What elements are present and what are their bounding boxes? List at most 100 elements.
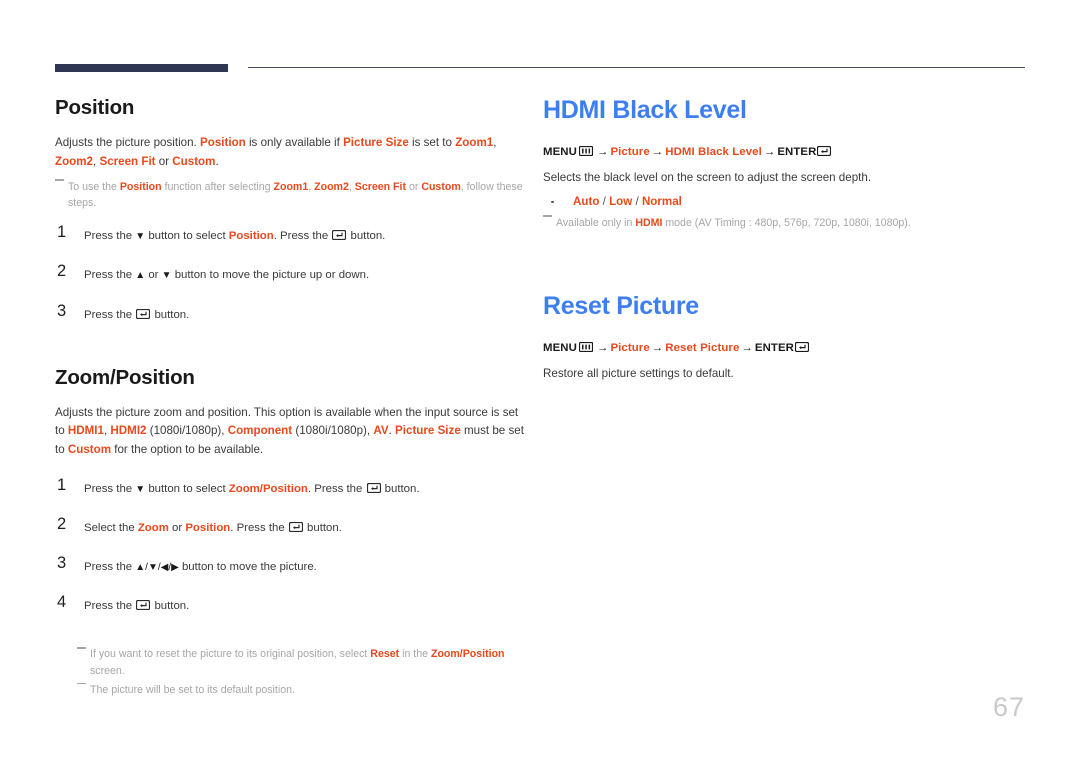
text-fragment: Press the <box>84 308 136 321</box>
zoom-position-intro-paragraph: Adjusts the picture zoom and position. T… <box>55 404 530 460</box>
text-fragment: , <box>493 136 497 149</box>
menu-button-icon <box>578 342 594 353</box>
text-fragment: button to select <box>145 483 229 496</box>
term-zoom-position: Zoom/Position <box>430 648 505 661</box>
text-fragment: Available only in <box>556 216 636 229</box>
zoom-position-note: The picture will be set to its default p… <box>77 682 530 698</box>
text-fragment: . Press the <box>273 230 332 243</box>
enter-label: ENTER <box>754 342 794 355</box>
menu-label: MENU <box>543 342 577 355</box>
menu-path-reset-picture: MENU → Picture → Reset Picture → ENTER <box>543 342 943 354</box>
bullet-dot-icon <box>551 200 554 204</box>
text-fragment: button. <box>381 483 420 496</box>
term-position: Position <box>200 136 246 149</box>
term-custom: Custom <box>172 154 216 168</box>
arrow-right-icon: → <box>596 146 609 158</box>
term-hdmi: HDMI <box>635 216 663 229</box>
section-heading-reset-picture: Reset Picture <box>543 292 699 321</box>
term-zoom2: Zoom2 <box>314 180 349 193</box>
text-fragment: is set to <box>408 136 456 149</box>
section-heading-zoom-position: Zoom/Position <box>55 365 195 389</box>
header-rule-bar <box>55 64 228 72</box>
option-low: Low <box>609 194 633 208</box>
reset-picture-description: Restore all picture settings to default. <box>543 367 734 381</box>
text-fragment: button to move the picture. <box>178 561 317 574</box>
note-dash-icon <box>77 646 86 649</box>
step-text: Press the ▲/▼/◀/▶ button to move the pic… <box>84 561 317 573</box>
arrow-right-icon: → <box>651 146 664 158</box>
text-fragment: function after selecting <box>161 180 274 193</box>
term-hdmi2: HDMI2 <box>110 424 147 438</box>
arrow-right-icon: → <box>596 342 609 355</box>
arrow-down-icon: ▼ <box>135 231 146 243</box>
step-text: Press the ▼ button to select Position. P… <box>84 230 385 242</box>
text-fragment: Adjusts the picture position. <box>55 136 201 149</box>
enter-button-icon <box>136 308 151 319</box>
arrow-down-icon: ▼ <box>161 270 172 282</box>
term-screen-fit: Screen Fit <box>354 180 406 193</box>
arrow-cluster-icon: ▲/▼/◀/▶ <box>135 562 179 574</box>
text-fragment: Press the <box>84 269 136 282</box>
page-number: 67 <box>992 692 1025 722</box>
header-rule <box>0 62 1080 74</box>
enter-button-icon <box>332 229 347 241</box>
step-item: 3 Press the ▲/▼/◀/▶ button to move the p… <box>55 554 530 576</box>
term-picture-size: Picture Size <box>395 424 461 438</box>
term-zoom1: Zoom1 <box>273 180 309 193</box>
text-fragment: . Press the <box>230 522 288 535</box>
term-custom: Custom <box>421 180 461 193</box>
text-fragment: If you want to reset the picture to its … <box>90 648 371 661</box>
step-item: 2 Press the ▲ or ▼ button to move the pi… <box>55 262 530 284</box>
text-fragment: or <box>155 154 173 168</box>
note-dash-icon <box>543 215 552 217</box>
separator: / <box>632 194 642 208</box>
hdmi-black-level-options: Auto / Low / Normal <box>543 195 943 208</box>
document-page: Position Adjusts the picture position. P… <box>0 0 1080 763</box>
text-fragment: . <box>215 154 219 168</box>
enter-button-icon <box>136 599 151 611</box>
text-fragment: or <box>406 180 422 193</box>
position-intro-paragraph: Adjusts the picture position. Position i… <box>55 134 530 172</box>
enter-button-icon <box>794 342 810 353</box>
text-fragment: button. <box>151 308 190 321</box>
text-fragment: . Press the <box>307 483 366 496</box>
zoom-position-note: If you want to reset the picture to its … <box>77 646 530 679</box>
text-fragment: The picture will be set to its default p… <box>90 684 295 697</box>
step-number: 1 <box>57 476 67 495</box>
left-column: Position Adjusts the picture position. P… <box>55 96 530 702</box>
step-text: Press the button. <box>84 600 189 612</box>
arrow-down-icon: ▼ <box>135 484 146 496</box>
text-fragment: mode (AV Timing : 480p, 576p, 720p, 1080… <box>662 216 911 229</box>
header-rule-line <box>248 67 1025 69</box>
text-fragment: Select the <box>84 522 138 535</box>
arrow-right-icon: → <box>763 146 776 158</box>
text-fragment: button. <box>347 230 386 243</box>
text-fragment: in the <box>399 648 431 661</box>
term-zoom1: Zoom1 <box>455 136 494 149</box>
position-note: To use the Position function after selec… <box>55 179 530 212</box>
step-text: Press the button. <box>84 308 190 321</box>
enter-button-icon <box>288 521 303 533</box>
right-column: HDMI Black Level MENU → Picture → HDMI Black… <box>543 96 943 391</box>
term-zoom: Zoom <box>137 522 169 535</box>
term-hdmi1: HDMI1 <box>67 424 104 438</box>
text-fragment: screen. <box>90 664 125 677</box>
enter-label: ENTER <box>777 146 817 158</box>
menu-item-reset-picture: Reset Picture <box>665 342 740 355</box>
step-item: 2 Select the Zoom or Position. Press the… <box>55 515 530 537</box>
option-normal: Normal <box>641 194 682 208</box>
text-fragment: To use the <box>68 180 120 193</box>
menu-item-picture: Picture <box>610 146 650 158</box>
section-heading-hdmi-black-level: HDMI Black Level <box>543 96 747 124</box>
option-auto: Auto <box>573 194 600 208</box>
text-fragment: button. <box>151 600 190 613</box>
arrow-right-icon: → <box>741 342 753 355</box>
term-position: Position <box>228 230 274 243</box>
text-fragment: Press the <box>84 483 136 496</box>
term-zoom2: Zoom2 <box>55 154 94 168</box>
step-number: 1 <box>57 223 67 242</box>
step-number: 2 <box>57 262 67 281</box>
menu-path-hdmi-black-level: MENU → Picture → HDMI Black Level → ENTER <box>543 145 943 158</box>
hdmi-black-level-description: Selects the black level on the screen to… <box>543 171 872 184</box>
step-number: 2 <box>57 515 67 534</box>
